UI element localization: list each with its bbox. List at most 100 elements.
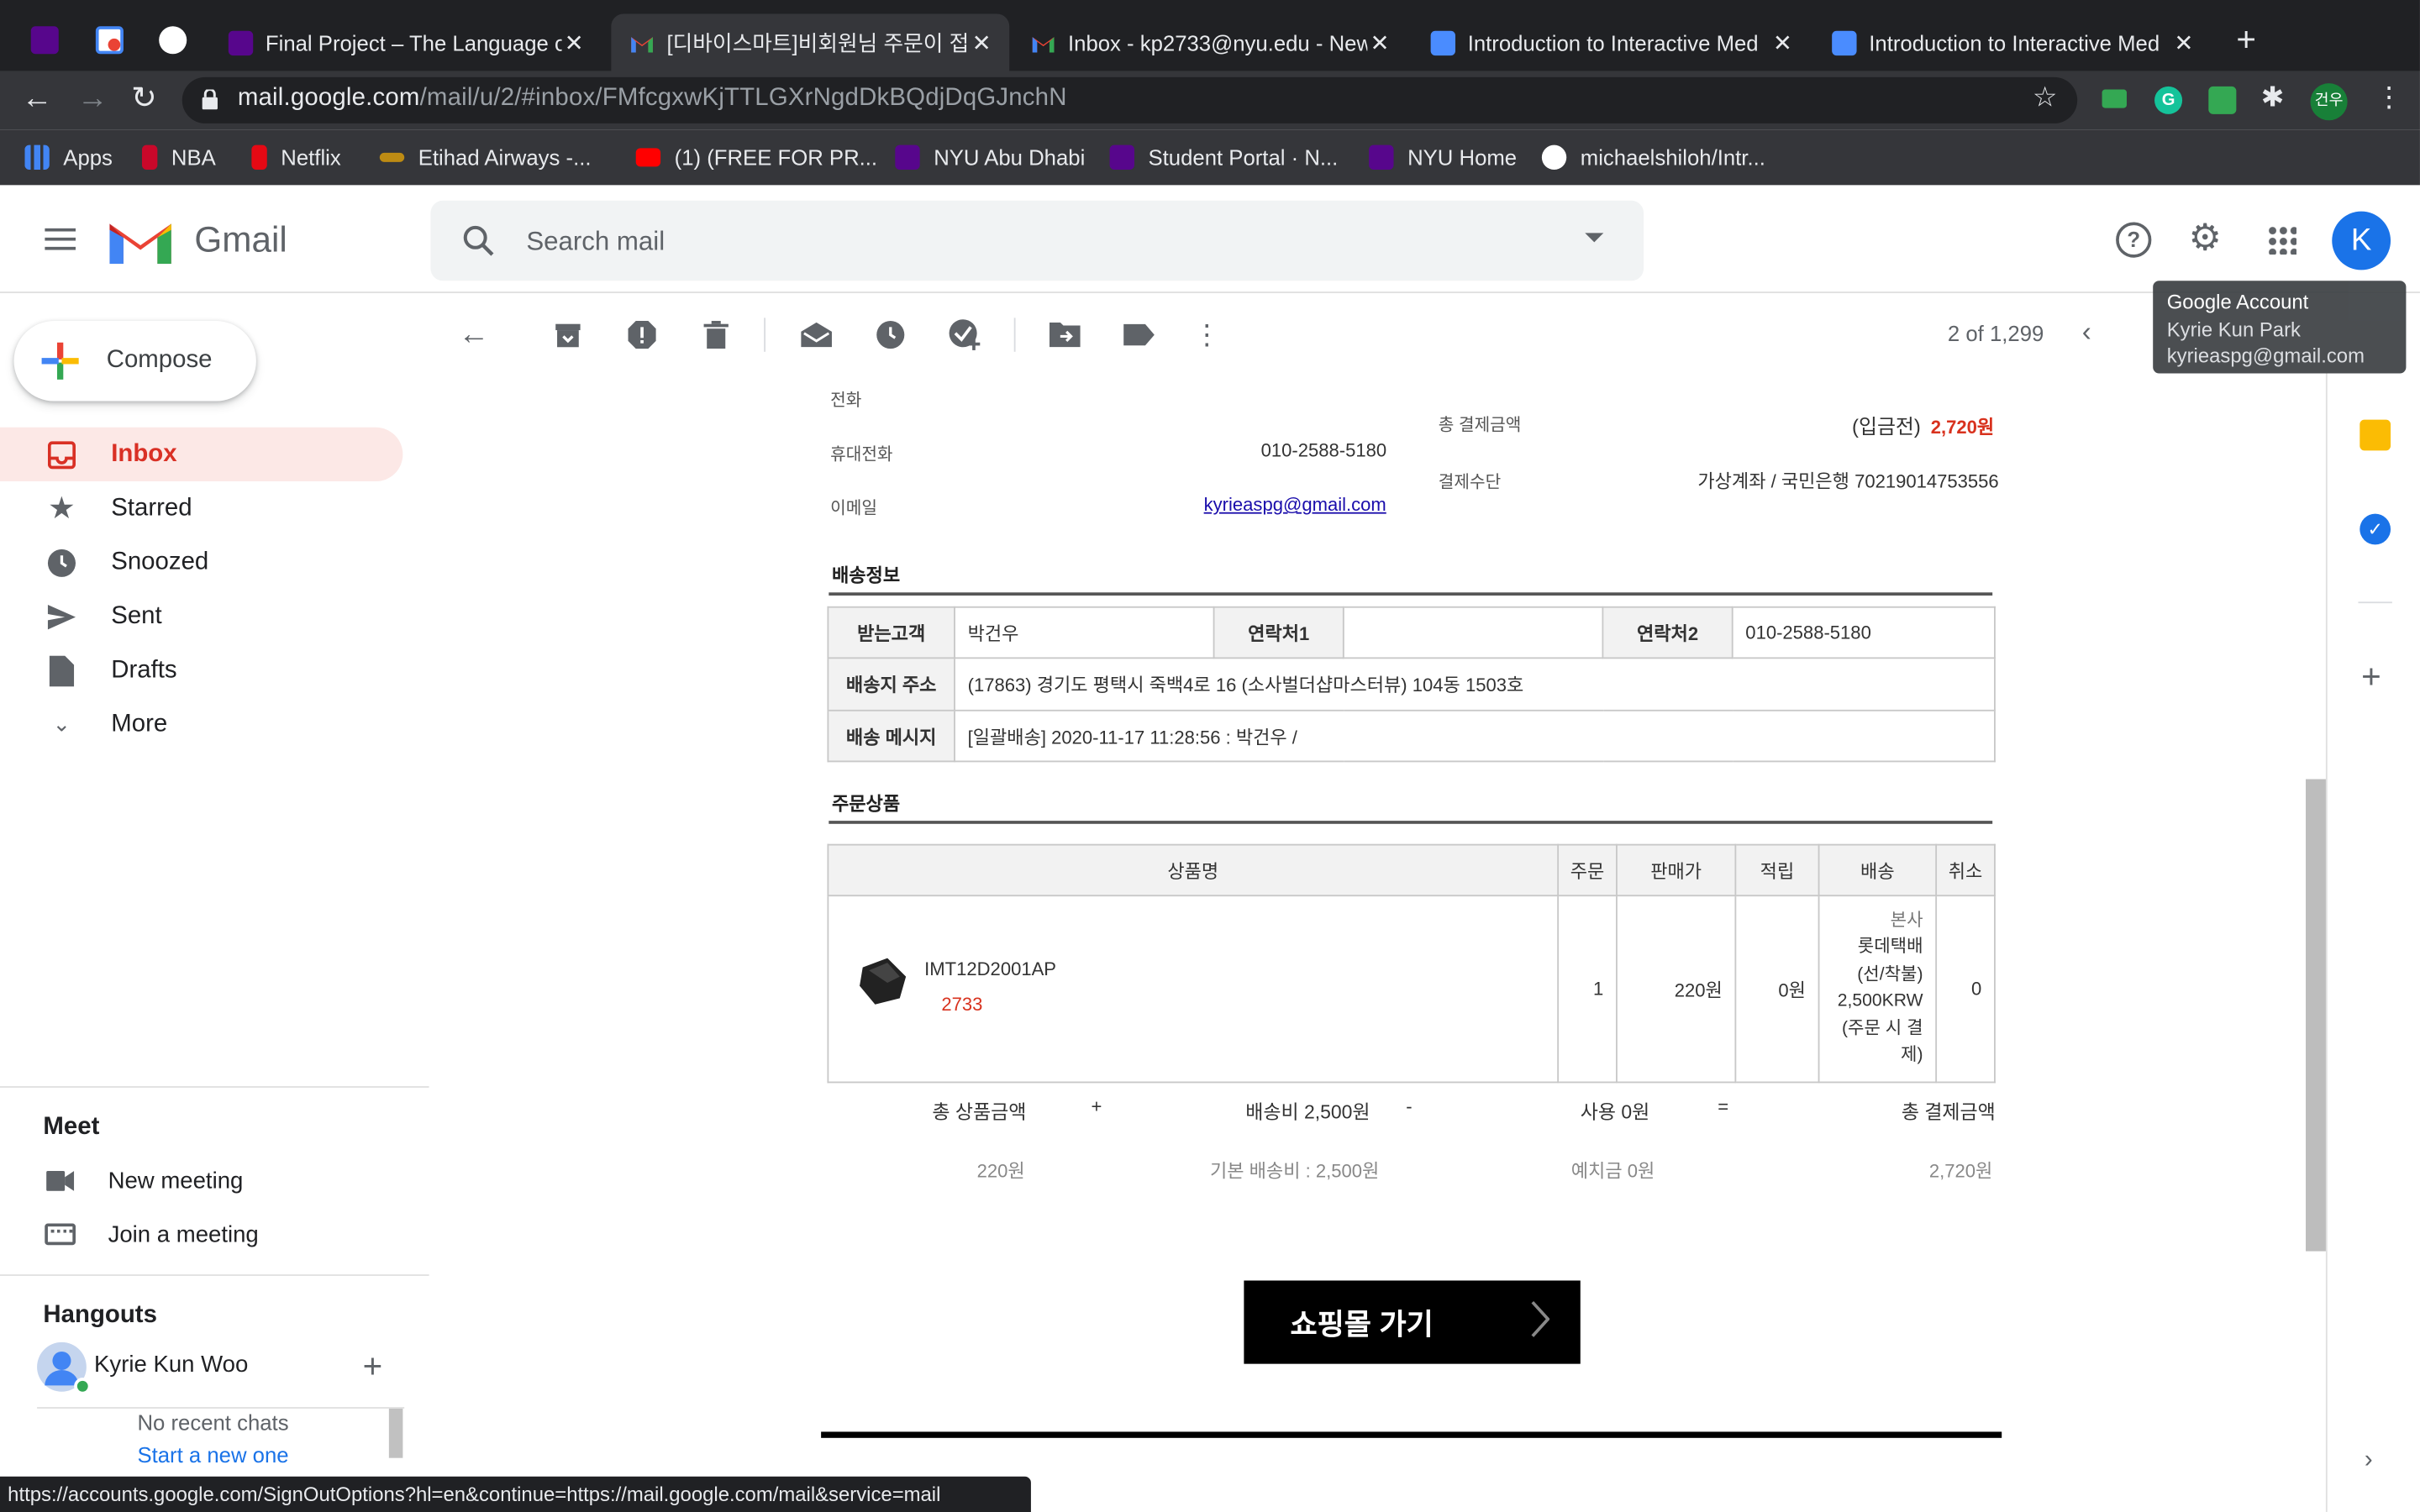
url-text[interactable]: mail.google.com/mail/u/2/#inbox/FMfcgxwK… xyxy=(238,85,1067,113)
contact1-label: 연락처1 xyxy=(1213,606,1344,659)
tab-interactive-media-2[interactable]: Introduction to Interactive Med ✕ xyxy=(1813,14,2212,71)
tab-interactive-media-1[interactable]: Introduction to Interactive Med ✕ xyxy=(1413,14,1811,71)
hangouts-title: Hangouts xyxy=(43,1302,157,1329)
tab-inbox-nyu[interactable]: Inbox - kp2733@nyu.edu - New ✕ xyxy=(1013,14,1407,71)
close-icon[interactable]: ✕ xyxy=(1770,29,1795,56)
payment-method-label: 결제수단 xyxy=(1438,473,1502,492)
calendar-pinned-tab-icon[interactable] xyxy=(95,26,124,55)
section-rule xyxy=(829,821,1993,824)
compose-button[interactable]: Compose xyxy=(13,321,256,402)
content-scrollbar[interactable] xyxy=(2306,779,2326,1252)
profile-avatar[interactable]: 건우 xyxy=(2310,83,2348,121)
reload-icon[interactable]: ↻ xyxy=(131,83,157,114)
close-icon[interactable]: ✕ xyxy=(2171,29,2196,56)
total-payment-value: 2,720원 xyxy=(1930,416,1995,438)
product-name[interactable]: IMT12D2001AP xyxy=(924,958,1056,980)
newer-chevron-left-icon[interactable]: ‹ xyxy=(2082,317,2091,349)
expand-panel-chevron-icon[interactable]: › xyxy=(2365,1447,2373,1475)
divider xyxy=(0,1274,429,1276)
extensions-puzzle-icon[interactable]: ✱ xyxy=(2261,83,2285,111)
nav-inbox[interactable]: Inbox xyxy=(0,427,403,482)
back-arrow-icon[interactable]: ← xyxy=(22,83,53,114)
bookmark-apps[interactable]: Apps xyxy=(24,144,113,171)
extension-icon[interactable] xyxy=(2102,89,2127,108)
inbox-icon xyxy=(46,439,77,470)
help-icon[interactable]: ? xyxy=(2116,222,2152,258)
nav-drafts[interactable]: Drafts xyxy=(0,643,402,697)
bookmark-student-portal[interactable]: Student Portal · N... xyxy=(1109,144,1338,171)
new-meeting-link[interactable]: New meeting xyxy=(108,1168,244,1194)
start-new-chat-link[interactable]: Start a new one xyxy=(137,1442,288,1467)
report-spam-icon[interactable] xyxy=(625,318,659,351)
search-icon[interactable] xyxy=(461,223,495,257)
tab-final-project[interactable]: Final Project – The Language o ✕ xyxy=(210,14,602,71)
bookmark-etihad[interactable]: Etihad Airways -... xyxy=(379,145,592,170)
ship-line: (선/착불) xyxy=(1857,964,1923,984)
lock-icon[interactable] xyxy=(202,88,218,110)
scrollbar[interactable] xyxy=(388,1408,403,1458)
search-options-chevron-icon[interactable] xyxy=(1585,233,1604,243)
search-input[interactable]: Search mail xyxy=(526,227,665,258)
close-icon[interactable]: ✕ xyxy=(969,29,993,56)
gmail-logo-text: Gmail xyxy=(194,218,287,260)
snooze-clock-icon[interactable] xyxy=(874,318,908,351)
browser-menu-icon[interactable]: ⋮ xyxy=(2375,83,2403,111)
label-tag-icon[interactable] xyxy=(1122,318,1155,351)
clock-icon xyxy=(46,547,77,578)
address-label: 배송지 주소 xyxy=(827,657,955,711)
archive-icon[interactable] xyxy=(551,318,585,351)
hangouts-user-name[interactable]: Kyrie Kun Woo xyxy=(94,1352,248,1378)
nav-sent[interactable]: Sent xyxy=(0,590,402,643)
gmail-logo-icon[interactable] xyxy=(109,218,171,265)
shipping-cell: 본사 롯데택배 (선/착불) 2,500KRW (주문 시 결 제) xyxy=(1818,895,1938,1084)
tab-devicemart[interactable]: [디바이스마트]비회원님 주문이 접수 ✕ xyxy=(611,13,1010,71)
main-menu-icon[interactable] xyxy=(45,227,76,251)
bookmark-nyu-home[interactable]: NYU Home xyxy=(1369,144,1517,171)
total-payment-status: (입금전) xyxy=(1852,415,1921,438)
new-tab-plus-icon[interactable]: + xyxy=(2236,23,2256,57)
bookmark-nyu-abu-dhabi[interactable]: NYU Abu Dhabi xyxy=(895,144,1085,171)
delete-trash-icon[interactable] xyxy=(699,318,733,351)
tooltip-title: Google Account xyxy=(2166,290,2309,313)
bookmark-nba[interactable]: NBA xyxy=(141,144,216,171)
email-label: 이메일 xyxy=(830,500,877,519)
nav-label: Snoozed xyxy=(111,548,209,575)
github-pinned-tab-icon[interactable] xyxy=(159,26,187,55)
back-to-inbox-icon[interactable]: ← xyxy=(457,317,491,351)
add-chat-plus-icon[interactable]: + xyxy=(363,1349,383,1383)
account-avatar[interactable]: K xyxy=(2332,211,2391,270)
close-icon[interactable]: ✕ xyxy=(1367,29,1392,56)
bookmark-youtube[interactable]: (1) (FREE FOR PR... xyxy=(635,145,877,170)
email-link[interactable]: kyrieaspg@gmail.com xyxy=(1204,494,1386,516)
bookmark-star-icon[interactable]: ☆ xyxy=(2033,83,2058,111)
go-to-shop-button[interactable]: 쇼핑몰 가기 xyxy=(1244,1280,1581,1364)
tasks-icon[interactable]: ✓ xyxy=(2360,513,2391,545)
keep-icon[interactable] xyxy=(2360,419,2391,451)
order-items-title: 주문상품 xyxy=(831,793,901,815)
forward-arrow-icon[interactable]: → xyxy=(77,83,108,114)
nav-snoozed[interactable]: Snoozed xyxy=(0,535,402,589)
more-options-icon[interactable]: ⋮ xyxy=(1190,318,1223,351)
col-shipping: 배송 xyxy=(1818,843,1938,897)
extension-check-icon[interactable] xyxy=(2208,86,2237,114)
add-to-tasks-icon[interactable] xyxy=(948,318,981,351)
bookmark-netflix[interactable]: Netflix xyxy=(251,144,341,171)
settings-gear-icon[interactable]: ⚙ xyxy=(2188,218,2222,260)
nav-starred[interactable]: ★ Starred xyxy=(0,481,402,535)
mark-unread-icon[interactable] xyxy=(799,318,833,351)
apps-grid-icon xyxy=(24,144,50,171)
nav-more[interactable]: ⌄ More xyxy=(0,697,402,751)
get-addons-plus-icon[interactable]: + xyxy=(2361,659,2381,694)
used-label: 사용 0원 xyxy=(1580,1101,1650,1124)
nyu-pinned-tab-icon[interactable] xyxy=(30,26,59,55)
close-icon[interactable]: ✕ xyxy=(562,29,587,56)
join-meeting-link[interactable]: Join a meeting xyxy=(108,1222,259,1248)
move-to-icon[interactable] xyxy=(1048,318,1081,351)
col-cancel: 취소 xyxy=(1935,843,1996,897)
bookmark-github[interactable]: michaelshiloh/Intr... xyxy=(1541,144,1765,171)
product-thumbnail[interactable] xyxy=(841,949,924,1011)
google-apps-icon[interactable] xyxy=(2267,225,2297,255)
nav-label: Inbox xyxy=(111,440,177,467)
minus-sign: - xyxy=(1406,1095,1413,1117)
grammarly-icon[interactable]: G xyxy=(2154,86,2183,114)
